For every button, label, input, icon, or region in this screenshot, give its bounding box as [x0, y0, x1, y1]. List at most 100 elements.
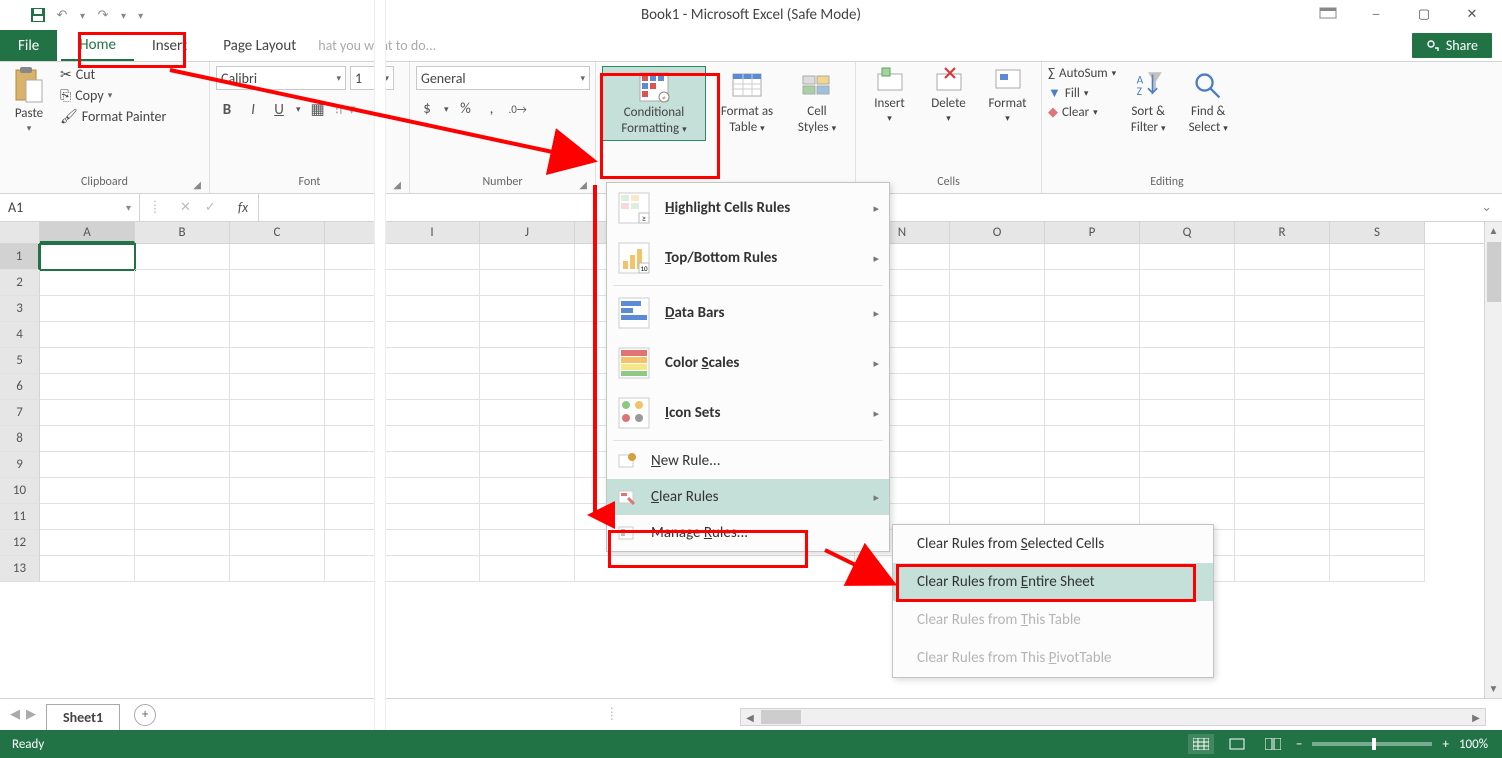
cell[interactable] [1140, 400, 1235, 426]
cell[interactable] [40, 478, 135, 504]
cell[interactable] [950, 478, 1045, 504]
cell[interactable] [1045, 374, 1140, 400]
cell[interactable] [135, 478, 230, 504]
bold-button[interactable]: B [218, 101, 236, 119]
clipboard-launcher-icon[interactable]: ◢ [193, 178, 201, 191]
cell[interactable] [135, 374, 230, 400]
menu-new-rule[interactable]: New Rule... [607, 443, 889, 479]
cell[interactable] [230, 556, 325, 582]
percent-button[interactable]: % [457, 100, 475, 118]
insert-function-icon[interactable]: fx [230, 199, 248, 216]
cell[interactable] [1330, 426, 1425, 452]
cell[interactable] [230, 348, 325, 374]
cell[interactable] [230, 478, 325, 504]
cell[interactable] [230, 400, 325, 426]
menu-data-bars[interactable]: Data Bars▸ [607, 288, 889, 338]
row-header[interactable]: 12 [0, 530, 40, 556]
row-header[interactable]: 13 [0, 556, 40, 582]
row-header[interactable]: 10 [0, 478, 40, 504]
cell[interactable] [1045, 270, 1140, 296]
cell[interactable] [40, 244, 135, 270]
zoom-level[interactable]: 100% [1459, 737, 1488, 752]
cell[interactable] [950, 348, 1045, 374]
cell[interactable] [1330, 374, 1425, 400]
menu-clear-entire-sheet[interactable]: Clear Rules from Entire Sheet [893, 563, 1213, 601]
cell[interactable] [950, 322, 1045, 348]
sheet-tab[interactable]: Sheet1 [46, 704, 120, 730]
currency-button[interactable]: $ [418, 100, 436, 118]
cell[interactable] [1235, 478, 1330, 504]
cell[interactable] [1235, 556, 1330, 582]
more-font-button[interactable]: ⁝r ▾ [335, 100, 356, 119]
clear-button[interactable]: ◆Clear ▾ [1048, 105, 1116, 120]
menu-clear-selected-cells[interactable]: Clear Rules from Selected Cells [893, 525, 1213, 563]
number-launcher-icon[interactable]: ◢ [579, 178, 587, 191]
cell[interactable] [1045, 296, 1140, 322]
cell[interactable] [385, 400, 480, 426]
cell[interactable] [135, 322, 230, 348]
redo-icon[interactable]: ↷ [95, 7, 111, 23]
cell[interactable] [1330, 244, 1425, 270]
tab-page-layout[interactable]: Page Layout [205, 30, 314, 61]
row-header[interactable]: 6 [0, 374, 40, 400]
cell[interactable] [230, 504, 325, 530]
font-name-combo[interactable]: Calibri▾ [216, 66, 346, 90]
cell[interactable] [950, 270, 1045, 296]
cell[interactable] [230, 244, 325, 270]
italic-button[interactable]: I [244, 101, 262, 119]
comma-button[interactable]: , [483, 100, 501, 118]
cell[interactable] [385, 478, 480, 504]
cell[interactable] [385, 426, 480, 452]
cell[interactable] [1330, 322, 1425, 348]
insert-cells-button[interactable]: Insert▾ [862, 66, 917, 124]
col-header[interactable]: A [40, 222, 135, 243]
cell[interactable] [480, 322, 575, 348]
zoom-in-button[interactable]: + [1442, 737, 1448, 752]
cell[interactable] [1330, 478, 1425, 504]
cell[interactable] [1330, 400, 1425, 426]
cell[interactable] [385, 374, 480, 400]
find-select-button[interactable]: Find &Select ▾ [1180, 66, 1236, 139]
cell[interactable] [1235, 452, 1330, 478]
row-header[interactable]: 2 [0, 270, 40, 296]
save-icon[interactable] [30, 7, 46, 23]
cell[interactable] [135, 426, 230, 452]
cell[interactable] [1140, 374, 1235, 400]
page-layout-view-icon[interactable] [1224, 734, 1250, 754]
tab-insert[interactable]: Insert [134, 30, 205, 61]
name-box[interactable]: A1 [0, 199, 118, 216]
cell[interactable] [1235, 348, 1330, 374]
cell[interactable] [480, 296, 575, 322]
add-sheet-button[interactable]: + [134, 704, 156, 726]
zoom-slider[interactable] [1312, 742, 1432, 746]
autosum-button[interactable]: ∑AutoSum ▾ [1048, 66, 1116, 81]
paste-button[interactable]: Paste▾ [6, 66, 52, 134]
cell[interactable] [385, 244, 480, 270]
cell[interactable] [1235, 426, 1330, 452]
cell[interactable] [480, 348, 575, 374]
border-button[interactable]: ▦ [309, 100, 327, 119]
cell[interactable] [1330, 348, 1425, 374]
cell[interactable] [1140, 452, 1235, 478]
tab-file[interactable]: File [0, 30, 57, 61]
cell[interactable] [575, 556, 855, 582]
cell[interactable] [385, 270, 480, 296]
cell[interactable] [1330, 296, 1425, 322]
cell[interactable] [40, 556, 135, 582]
cell[interactable] [135, 556, 230, 582]
cell[interactable] [40, 348, 135, 374]
cell[interactable] [230, 452, 325, 478]
cell[interactable] [1140, 478, 1235, 504]
menu-icon-sets[interactable]: Icon Sets▸ [607, 388, 889, 438]
normal-view-icon[interactable] [1188, 734, 1214, 754]
cell-styles-button[interactable]: CellStyles ▾ [788, 66, 846, 139]
cell[interactable] [480, 478, 575, 504]
cell[interactable] [40, 296, 135, 322]
cell[interactable] [385, 348, 480, 374]
sort-filter-button[interactable]: AZ Sort &Filter ▾ [1120, 66, 1176, 139]
expand-formula-bar-icon[interactable]: ⌄ [1471, 200, 1502, 215]
qat-customize-icon[interactable]: ▾ [136, 9, 145, 22]
number-format-combo[interactable]: General▾ [416, 66, 590, 90]
cell[interactable] [1140, 426, 1235, 452]
menu-color-scales[interactable]: Color Scales▸ [607, 338, 889, 388]
